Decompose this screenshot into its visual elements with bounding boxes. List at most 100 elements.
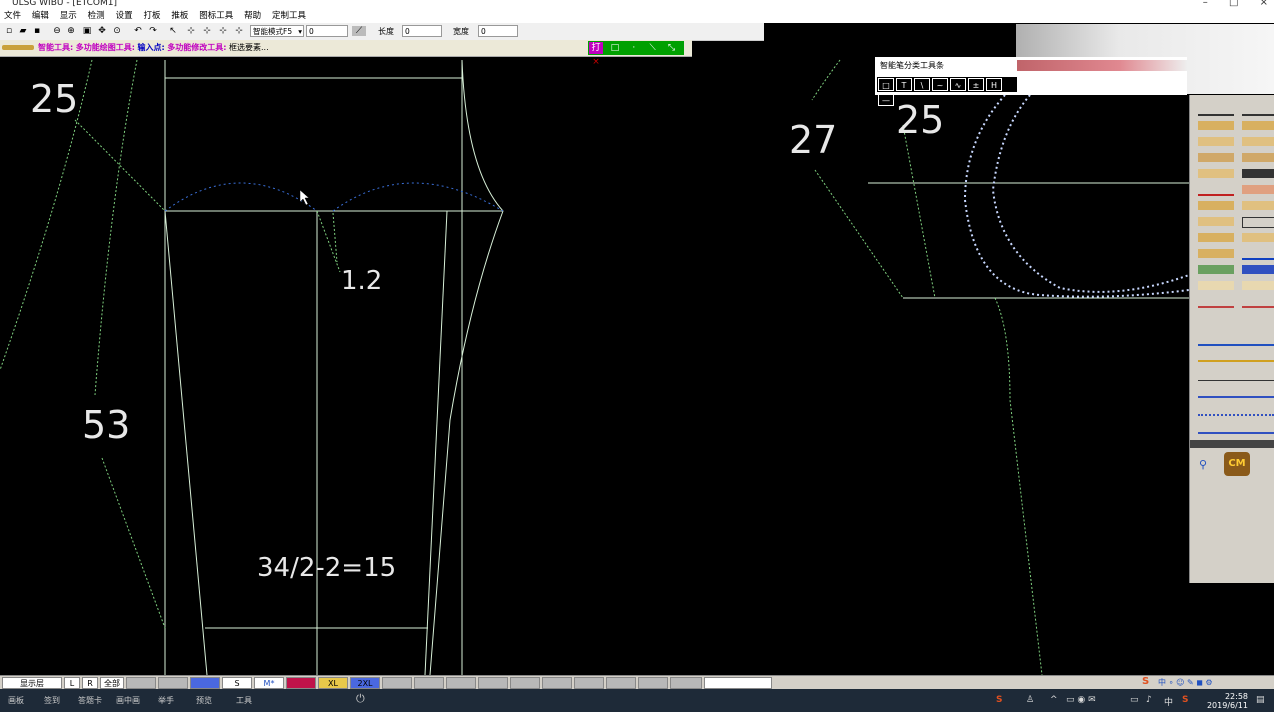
size-slot-2[interactable] bbox=[158, 677, 188, 689]
wave-tool-icon[interactable]: ∿ bbox=[950, 78, 966, 91]
length-input[interactable]: 0 bbox=[402, 25, 442, 37]
tool-piece-2-icon[interactable] bbox=[1242, 137, 1274, 146]
save-icon[interactable]: ▪ bbox=[32, 26, 42, 36]
r-button[interactable]: R bbox=[82, 677, 98, 689]
panel-settings-icon[interactable]: ⚲ bbox=[1199, 458, 1207, 471]
ime-toolbar[interactable]: 中 ∘ ☺ ✎ ◼ ⚙ bbox=[1158, 677, 1213, 688]
size-l[interactable]: L bbox=[286, 677, 316, 689]
ime-icon[interactable]: S bbox=[1142, 676, 1149, 687]
dot-icon[interactable]: · bbox=[627, 42, 641, 54]
close-button[interactable]: × bbox=[1260, 0, 1268, 8]
tool-piece-3-icon[interactable] bbox=[1198, 153, 1234, 162]
menu-view[interactable]: 显示 bbox=[56, 10, 81, 23]
zoom-in-icon[interactable]: ⊕ bbox=[66, 26, 76, 36]
tool-delete-icon[interactable] bbox=[1242, 297, 1274, 308]
mode-select[interactable]: 智能模式F5 ▾ bbox=[250, 25, 304, 37]
notification-icon[interactable]: ▤ bbox=[1256, 695, 1265, 705]
taskbar-item-board[interactable]: 画板 bbox=[8, 695, 24, 706]
tool-piece-9-icon[interactable] bbox=[1242, 201, 1274, 210]
line-tool-icon[interactable]: \ bbox=[914, 78, 930, 91]
size-slot-7[interactable] bbox=[478, 677, 508, 689]
all-button[interactable]: 全部 bbox=[100, 677, 124, 689]
parallel-tool-icon[interactable]: ± bbox=[968, 78, 984, 91]
taskbar-item-pip[interactable]: 画中画 bbox=[116, 695, 140, 706]
tool-measure-5-icon[interactable] bbox=[1198, 423, 1274, 434]
select-tool-icon[interactable]: ↖ bbox=[168, 26, 178, 36]
sogou-icon[interactable]: S bbox=[996, 695, 1002, 705]
tool-piece-12-icon[interactable] bbox=[1242, 233, 1274, 242]
taskbar-item-raise-hand[interactable]: 举手 bbox=[158, 695, 174, 706]
zoom-out-icon[interactable]: ⊖ bbox=[52, 26, 62, 36]
size-slot-12[interactable] bbox=[638, 677, 668, 689]
tool-measure-4-icon[interactable] bbox=[1198, 405, 1274, 416]
size-m[interactable]: M* bbox=[254, 677, 284, 689]
tool-piece-17-icon[interactable] bbox=[1198, 297, 1234, 308]
tool-blue-icon[interactable] bbox=[1242, 249, 1274, 260]
snap-tool-2-icon[interactable]: ⊹ bbox=[202, 26, 212, 36]
print-button[interactable]: 打 bbox=[589, 42, 603, 54]
menu-settings[interactable]: 设置 bbox=[112, 10, 137, 23]
tool-scissors-icon[interactable] bbox=[1198, 105, 1234, 116]
tool-cut-icon[interactable] bbox=[1198, 185, 1234, 196]
undo-icon[interactable]: ↶ bbox=[133, 26, 143, 36]
minimize-button[interactable]: – bbox=[1203, 0, 1208, 8]
menu-pattern[interactable]: 打板 bbox=[139, 10, 164, 23]
menu-icon-tools[interactable]: 图标工具 bbox=[195, 10, 237, 23]
snap-tool-1-icon[interactable]: ⊹ bbox=[186, 26, 196, 36]
tool-piece-7-icon[interactable] bbox=[1242, 185, 1274, 194]
size-slot-8[interactable] bbox=[510, 677, 540, 689]
size-slot-13[interactable] bbox=[670, 677, 702, 689]
maximize-button[interactable]: □ bbox=[1229, 0, 1238, 8]
rect-icon[interactable]: □ bbox=[608, 42, 622, 54]
drawing-canvas[interactable]: 25 53 1.2 34/2-2=15 27 25 bbox=[0, 57, 1189, 675]
dash-tool-icon[interactable]: — bbox=[878, 93, 894, 106]
new-file-icon[interactable]: ▫ bbox=[4, 26, 14, 36]
volume-icon[interactable]: ♪ bbox=[1146, 695, 1152, 705]
redo-icon[interactable]: ↷ bbox=[148, 26, 158, 36]
menu-grading[interactable]: 推板 bbox=[167, 10, 192, 23]
taskbar-item-tools[interactable]: 工具 bbox=[236, 695, 252, 706]
ime-language[interactable]: 中 bbox=[1164, 695, 1173, 708]
tool-curve-measure-icon[interactable] bbox=[1198, 371, 1274, 381]
menu-custom-tools[interactable]: 定制工具 bbox=[268, 10, 310, 23]
size-2xl[interactable]: 2XL bbox=[350, 677, 380, 689]
size-slot-10[interactable] bbox=[574, 677, 604, 689]
tool-piece-11-icon[interactable] bbox=[1198, 233, 1234, 242]
tool-arrow-icon[interactable] bbox=[1242, 217, 1274, 228]
zoom-window-icon[interactable]: ⊙ bbox=[112, 26, 122, 36]
menu-check[interactable]: 检测 bbox=[84, 10, 109, 23]
t-square-tool-icon[interactable]: T bbox=[896, 78, 912, 91]
curve-tool-icon[interactable]: ~ bbox=[932, 78, 948, 91]
snap-tool-4-icon[interactable]: ⊹ bbox=[234, 26, 244, 36]
tool-piece-1-icon[interactable] bbox=[1198, 137, 1234, 146]
size-s[interactable]: S bbox=[222, 677, 252, 689]
size-slot-1[interactable] bbox=[126, 677, 156, 689]
menu-edit[interactable]: 编辑 bbox=[28, 10, 53, 23]
tool-ruler-2-icon[interactable] bbox=[1242, 121, 1274, 130]
tray-up-icon[interactable]: ^ bbox=[1050, 695, 1058, 705]
width-input[interactable]: 0 bbox=[478, 25, 518, 37]
open-folder-icon[interactable]: ▰ bbox=[18, 26, 28, 36]
snap-tool-3-icon[interactable]: ⊹ bbox=[218, 26, 228, 36]
tool-piece-5-icon[interactable] bbox=[1198, 169, 1234, 178]
size-slot-5[interactable] bbox=[414, 677, 444, 689]
size-slot-4[interactable] bbox=[382, 677, 412, 689]
h-tool-icon[interactable]: H bbox=[986, 78, 1002, 91]
size-slot-11[interactable] bbox=[606, 677, 636, 689]
layer-button[interactable]: 显示层 bbox=[2, 677, 62, 689]
pan-icon[interactable]: ✥ bbox=[97, 26, 107, 36]
network-icon[interactable]: ▭ bbox=[1130, 695, 1139, 705]
tool-piece-8-icon[interactable] bbox=[1198, 201, 1234, 210]
tool-text-icon[interactable] bbox=[1198, 265, 1234, 274]
tool-piece-14-icon[interactable] bbox=[1242, 265, 1274, 274]
power-icon[interactable]: ⏻ bbox=[356, 692, 365, 706]
l-button[interactable]: L bbox=[64, 677, 80, 689]
diag-icon[interactable]: ⟍ bbox=[646, 42, 660, 54]
arrows-icon[interactable]: ⤡ bbox=[665, 42, 679, 54]
tool-knife-icon[interactable] bbox=[1242, 105, 1274, 116]
value-input[interactable]: 0 bbox=[306, 25, 348, 37]
people-icon[interactable]: ♙ bbox=[1026, 695, 1034, 705]
tool-piece-10-icon[interactable] bbox=[1198, 217, 1234, 226]
rectangle-tool-icon[interactable]: □ bbox=[878, 78, 894, 91]
taskbar-item-preview[interactable]: 预览 bbox=[196, 695, 212, 706]
